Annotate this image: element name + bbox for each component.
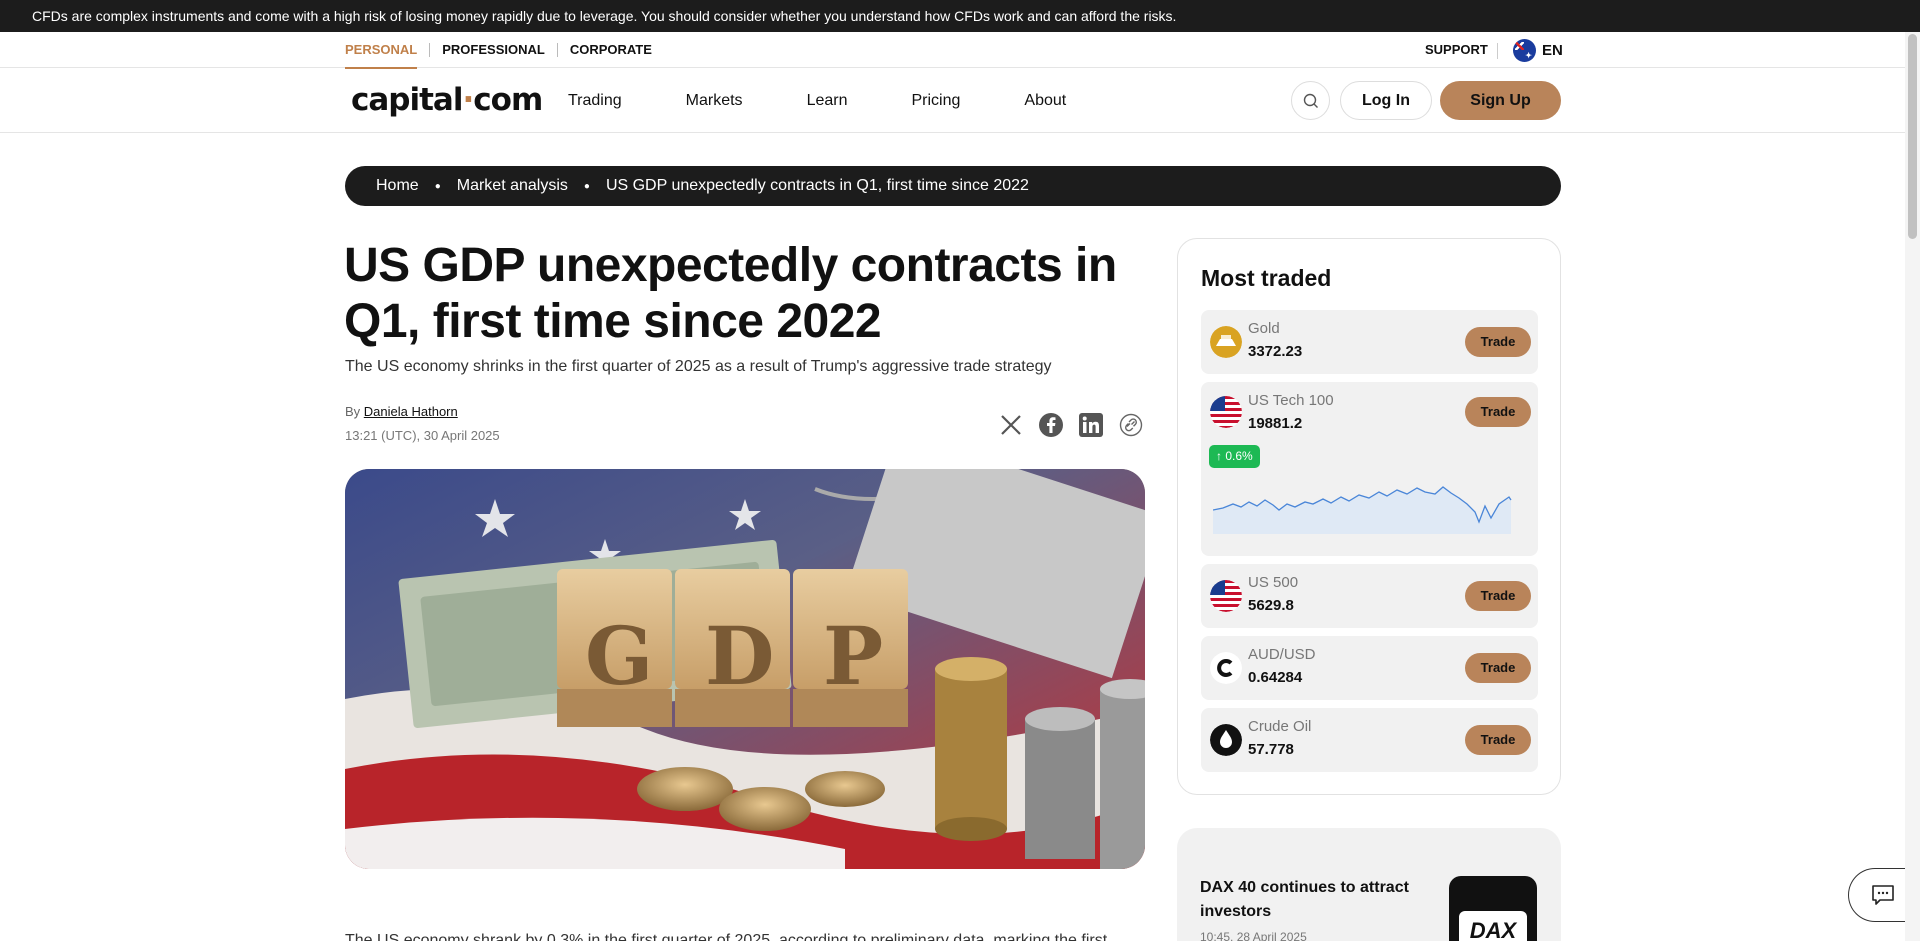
- byline-prefix: By: [345, 404, 361, 419]
- asset-price: 57.778: [1248, 741, 1294, 758]
- most-traded-title: Most traded: [1201, 265, 1332, 291]
- trade-button[interactable]: Trade: [1465, 725, 1531, 755]
- trade-button[interactable]: Trade: [1465, 581, 1531, 611]
- segment-tabs: PERSONAL PROFESSIONAL CORPORATE: [345, 32, 664, 69]
- publish-date: 13:21 (UTC), 30 April 2025: [345, 428, 500, 443]
- author-link[interactable]: Daniela Hathorn: [364, 404, 458, 419]
- asset-price: 5629.8: [1248, 597, 1294, 614]
- australia-flag-icon: [1513, 38, 1536, 62]
- chat-button[interactable]: [1848, 868, 1906, 922]
- asset-name: US 500: [1248, 574, 1299, 591]
- tab-corporate[interactable]: CORPORATE: [558, 32, 664, 68]
- price-change-badge: ↑ 0.6%: [1209, 445, 1260, 468]
- asset-name: Gold: [1248, 320, 1280, 337]
- signup-button[interactable]: Sign Up: [1440, 81, 1561, 120]
- nav-trading[interactable]: Trading: [568, 92, 622, 110]
- article-first-paragraph: The US economy shrank by 0.3% in the fir…: [345, 932, 1108, 941]
- breadcrumb-current: US GDP unexpectedly contracts in Q1, fir…: [605, 177, 1029, 194]
- us-flag-icon: [1210, 580, 1242, 612]
- share-buttons: [998, 412, 1144, 438]
- breadcrumb: Home ● Market analysis ● US GDP unexpect…: [345, 166, 1561, 206]
- search-icon: [1303, 93, 1318, 108]
- segment-strip: PERSONAL PROFESSIONAL CORPORATE SUPPORT …: [0, 32, 1905, 69]
- trade-button[interactable]: Trade: [1465, 397, 1531, 427]
- trade-button[interactable]: Trade: [1465, 327, 1531, 357]
- main-header: capital·com Trading Markets Learn Pricin…: [0, 68, 1905, 133]
- risk-warning-bar: CFDs are complex instruments and come wi…: [0, 0, 1920, 32]
- scrollbar-thumb[interactable]: [1908, 34, 1917, 239]
- asset-price: 19881.2: [1248, 415, 1303, 432]
- language-selector[interactable]: EN: [1513, 32, 1563, 68]
- asset-name: US Tech 100: [1248, 392, 1334, 409]
- most-traded-widget: Most traded Gold 3372.23 Trade US Tech 1…: [1177, 238, 1561, 795]
- asset-row-crude-oil[interactable]: Crude Oil 57.778 Trade: [1201, 708, 1538, 772]
- gdp-blocks-image: G D P: [345, 469, 1145, 869]
- asset-row-us-tech-100[interactable]: US Tech 100 19881.2 Trade ↑ 0.6%: [1201, 382, 1538, 556]
- asset-row-gold[interactable]: Gold 3372.23 Trade: [1201, 310, 1538, 374]
- login-button[interactable]: Log In: [1340, 81, 1432, 120]
- dax-thumb-label: DAX: [1459, 911, 1527, 941]
- divider: [1497, 43, 1498, 59]
- chat-icon: [1871, 885, 1894, 905]
- aud-usd-icon: [1210, 652, 1242, 684]
- trade-button[interactable]: Trade: [1465, 653, 1531, 683]
- tab-personal[interactable]: PERSONAL: [345, 32, 429, 69]
- breadcrumb-separator: ●: [583, 180, 590, 192]
- breadcrumb-market-analysis[interactable]: Market analysis: [457, 177, 568, 195]
- gold-icon: [1210, 326, 1242, 358]
- related-article-card[interactable]: DAX 40 continues to attract investors 10…: [1177, 828, 1561, 941]
- capital-com-logo[interactable]: capital·com: [351, 82, 543, 118]
- x-twitter-icon[interactable]: [998, 412, 1024, 438]
- language-label: EN: [1542, 41, 1563, 59]
- related-article-title[interactable]: DAX 40 continues to attract investors: [1200, 876, 1420, 924]
- svg-text:P: P: [823, 609, 883, 703]
- asset-name: Crude Oil: [1248, 718, 1312, 735]
- article-subtitle: The US economy shrinks in the first quar…: [345, 358, 1052, 375]
- asset-row-aud-usd[interactable]: AUD/USD 0.64284 Trade: [1201, 636, 1538, 700]
- us-tech-100-sparkline: [1213, 486, 1512, 534]
- nav-about[interactable]: About: [1024, 92, 1066, 110]
- breadcrumb-separator: ●: [434, 180, 441, 192]
- asset-price: 3372.23: [1248, 343, 1303, 360]
- nav-markets[interactable]: Markets: [686, 92, 743, 110]
- svg-text:D: D: [705, 609, 774, 703]
- risk-warning-text: CFDs are complex instruments and come wi…: [32, 8, 1177, 24]
- us-flag-icon: [1210, 396, 1242, 428]
- asset-name: AUD/USD: [1248, 646, 1316, 663]
- svg-text:G: G: [585, 609, 653, 703]
- tab-professional[interactable]: PROFESSIONAL: [430, 32, 557, 68]
- support-link[interactable]: SUPPORT: [1425, 32, 1488, 68]
- article-hero-image: G D P: [345, 469, 1145, 869]
- copy-link-icon[interactable]: [1118, 412, 1144, 438]
- related-article-date: 10:45, 28 April 2025: [1200, 930, 1307, 941]
- article-title: US GDP unexpectedly contracts in Q1, fir…: [344, 239, 1117, 348]
- search-button[interactable]: [1291, 81, 1330, 120]
- related-article-thumbnail[interactable]: DAX: [1449, 876, 1537, 941]
- main-nav: Trading Markets Learn Pricing About: [568, 68, 1066, 133]
- linkedin-icon[interactable]: [1078, 412, 1104, 438]
- byline: By Daniela Hathorn: [345, 404, 458, 419]
- asset-row-us-500[interactable]: US 500 5629.8 Trade: [1201, 564, 1538, 628]
- nav-pricing[interactable]: Pricing: [911, 92, 960, 110]
- facebook-icon[interactable]: [1038, 412, 1064, 438]
- asset-price: 0.64284: [1248, 669, 1303, 686]
- breadcrumb-home[interactable]: Home: [376, 177, 419, 195]
- oil-drop-icon: [1210, 724, 1242, 756]
- page-scrollbar[interactable]: [1905, 32, 1920, 941]
- nav-learn[interactable]: Learn: [807, 92, 848, 110]
